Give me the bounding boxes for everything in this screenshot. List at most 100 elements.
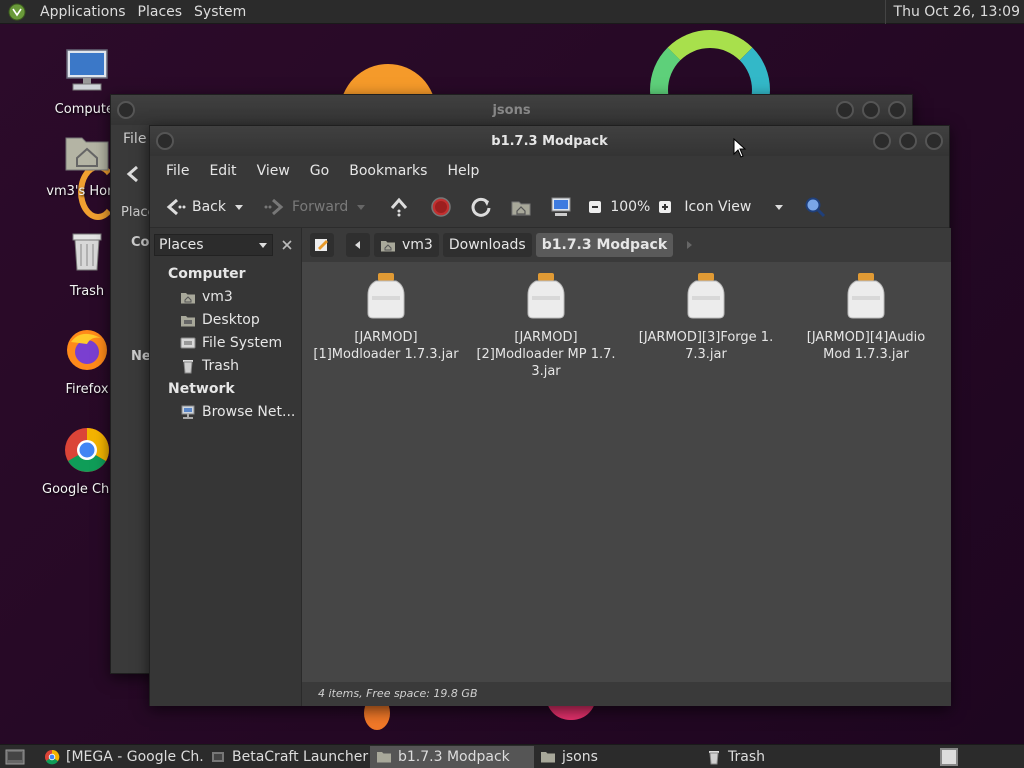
sidebar-item-desktop[interactable]: Desktop [150, 308, 301, 331]
sidebar-close-button[interactable] [277, 235, 297, 255]
breadcrumb-item-downloads[interactable]: Downloads [442, 233, 532, 257]
up-button[interactable] [384, 192, 414, 222]
zoom-level[interactable]: 100% [610, 192, 650, 222]
file-item[interactable]: [JARMOD] [1]Modloader 1.7.3.jar [310, 272, 462, 363]
breadcrumb-item-current[interactable]: b1.7.3 Modpack [535, 233, 674, 257]
forward-button[interactable]: Forward [260, 192, 352, 222]
sidebar-item-file-system[interactable]: File System [150, 331, 301, 354]
stop-button[interactable] [426, 192, 456, 222]
home-icon [381, 241, 395, 252]
window-menu-button[interactable] [156, 132, 174, 150]
sidebar-item-browse-network[interactable]: Browse Net... [150, 400, 301, 423]
task-label: b1.7.3 Modpack [398, 748, 510, 765]
file-name: [JARMOD][3]Forge 1. 7.3.jar [638, 330, 774, 362]
back-label: Back [192, 198, 226, 215]
clock[interactable]: Thu Oct 26, 13:09 [884, 0, 1020, 24]
close-button[interactable] [888, 101, 906, 119]
titlebar[interactable]: b1.7.3 Modpack [150, 126, 949, 156]
forward-history-dropdown-icon[interactable] [356, 202, 366, 212]
jar-file-icon [847, 273, 885, 319]
close-button[interactable] [925, 132, 943, 150]
places-selector-label: Places [159, 237, 204, 253]
chrome-icon [65, 428, 109, 472]
home-icon [181, 292, 195, 303]
sidebar-item-label: Desktop [202, 311, 260, 328]
mouse-cursor-icon [733, 138, 747, 158]
taskbar-item-betacraft[interactable]: BetaCraft Launcher ... [204, 746, 370, 768]
taskbar-item-trash[interactable]: Trash [700, 746, 866, 768]
computer-button[interactable] [546, 192, 576, 222]
back-arrow-icon[interactable] [123, 163, 145, 185]
window-title: jsons [492, 102, 531, 118]
show-desktop-icon[interactable] [4, 748, 26, 766]
taskbar-item-jsons[interactable]: jsons [534, 746, 700, 768]
sidebar: Places Computer vm3 Desktop File System [150, 228, 302, 706]
toolbar: Back Forward 100% Icon View [150, 186, 949, 228]
breadcrumb-scroll-right[interactable] [677, 233, 701, 257]
menu-file[interactable]: File [156, 163, 199, 179]
mint-menu-icon[interactable] [8, 3, 30, 21]
zoom-out-icon [589, 200, 602, 213]
reload-icon [471, 197, 491, 217]
back-button[interactable]: Back [160, 192, 230, 222]
workspace-switcher[interactable] [940, 748, 958, 766]
breadcrumb-label: Downloads [448, 237, 526, 253]
home-folder-icon [65, 137, 109, 171]
file-icon-view[interactable]: [JARMOD] [1]Modloader 1.7.3.jar [JARMOD]… [302, 262, 951, 648]
file-item[interactable]: [JARMOD][3]Forge 1. 7.3.jar [630, 272, 782, 363]
search-button[interactable] [800, 192, 830, 222]
zoom-in-icon [659, 200, 672, 213]
back-arrow-icon [166, 198, 186, 215]
view-mode-select[interactable]: Icon View [680, 192, 788, 222]
computer-icon [66, 49, 108, 91]
applications-menu[interactable]: Applications [34, 0, 132, 24]
zoom-in-button[interactable] [654, 192, 676, 222]
chevron-down-icon [259, 243, 267, 248]
menu-file[interactable]: File [123, 131, 146, 147]
reload-button[interactable] [466, 192, 496, 222]
folder-icon [541, 751, 555, 762]
toggle-location-button[interactable] [310, 233, 334, 257]
window-file-manager[interactable]: b1.7.3 Modpack File Edit View Go Bookmar… [149, 125, 951, 706]
places-selector[interactable]: Places [154, 234, 273, 256]
main-pane: vm3 Downloads b1.7.3 Modpack [JARMOD] [1… [302, 228, 951, 706]
maximize-button[interactable] [862, 101, 880, 119]
menu-help[interactable]: Help [437, 163, 489, 179]
java-icon [212, 751, 224, 762]
back-history-dropdown-icon[interactable] [234, 202, 244, 212]
sidebar-item-label: vm3 [202, 288, 233, 305]
breadcrumb-item-vm3[interactable]: vm3 [374, 233, 439, 257]
minimize-button[interactable] [873, 132, 891, 150]
menubar: File Edit View Go Bookmarks Help [150, 156, 949, 186]
chevron-left-icon [355, 241, 360, 249]
menu-bookmarks[interactable]: Bookmarks [339, 163, 437, 179]
up-arrow-icon [391, 197, 408, 216]
folder-icon [377, 751, 391, 762]
top-panel: Applications Places System Thu Oct 26, 1… [0, 0, 1024, 24]
breadcrumb: vm3 Downloads b1.7.3 Modpack [302, 228, 951, 262]
sidebar-item-label: Browse Net... [202, 403, 296, 420]
sidebar-item-home[interactable]: vm3 [150, 285, 301, 308]
zoom-out-button[interactable] [584, 192, 606, 222]
file-item[interactable]: [JARMOD][4]Audio Mod 1.7.3.jar [790, 272, 942, 363]
status-bar: 4 items, Free space: 19.8 GB [302, 682, 951, 706]
titlebar[interactable]: jsons [111, 95, 912, 125]
taskbar-item-chrome[interactable]: [MEGA - Google Ch... [38, 746, 204, 768]
home-button[interactable] [506, 192, 536, 222]
menu-edit[interactable]: Edit [199, 163, 246, 179]
breadcrumb-scroll-left[interactable] [346, 233, 370, 257]
task-label: [MEGA - Google Ch... [66, 748, 204, 765]
minimize-button[interactable] [836, 101, 854, 119]
menu-go[interactable]: Go [300, 163, 339, 179]
window-menu-button[interactable] [117, 101, 135, 119]
taskbar: [MEGA - Google Ch... BetaCraft Launcher … [0, 744, 1024, 768]
close-icon [282, 240, 292, 250]
taskbar-item-modpack[interactable]: b1.7.3 Modpack [370, 745, 534, 768]
file-item[interactable]: [JARMOD] [2]Modloader MP 1.7. 3.jar [470, 272, 622, 380]
sidebar-item-trash[interactable]: Trash [150, 354, 301, 377]
task-label: Trash [728, 748, 765, 765]
system-menu[interactable]: System [188, 0, 252, 24]
maximize-button[interactable] [899, 132, 917, 150]
places-menu[interactable]: Places [132, 0, 189, 24]
menu-view[interactable]: View [247, 163, 300, 179]
